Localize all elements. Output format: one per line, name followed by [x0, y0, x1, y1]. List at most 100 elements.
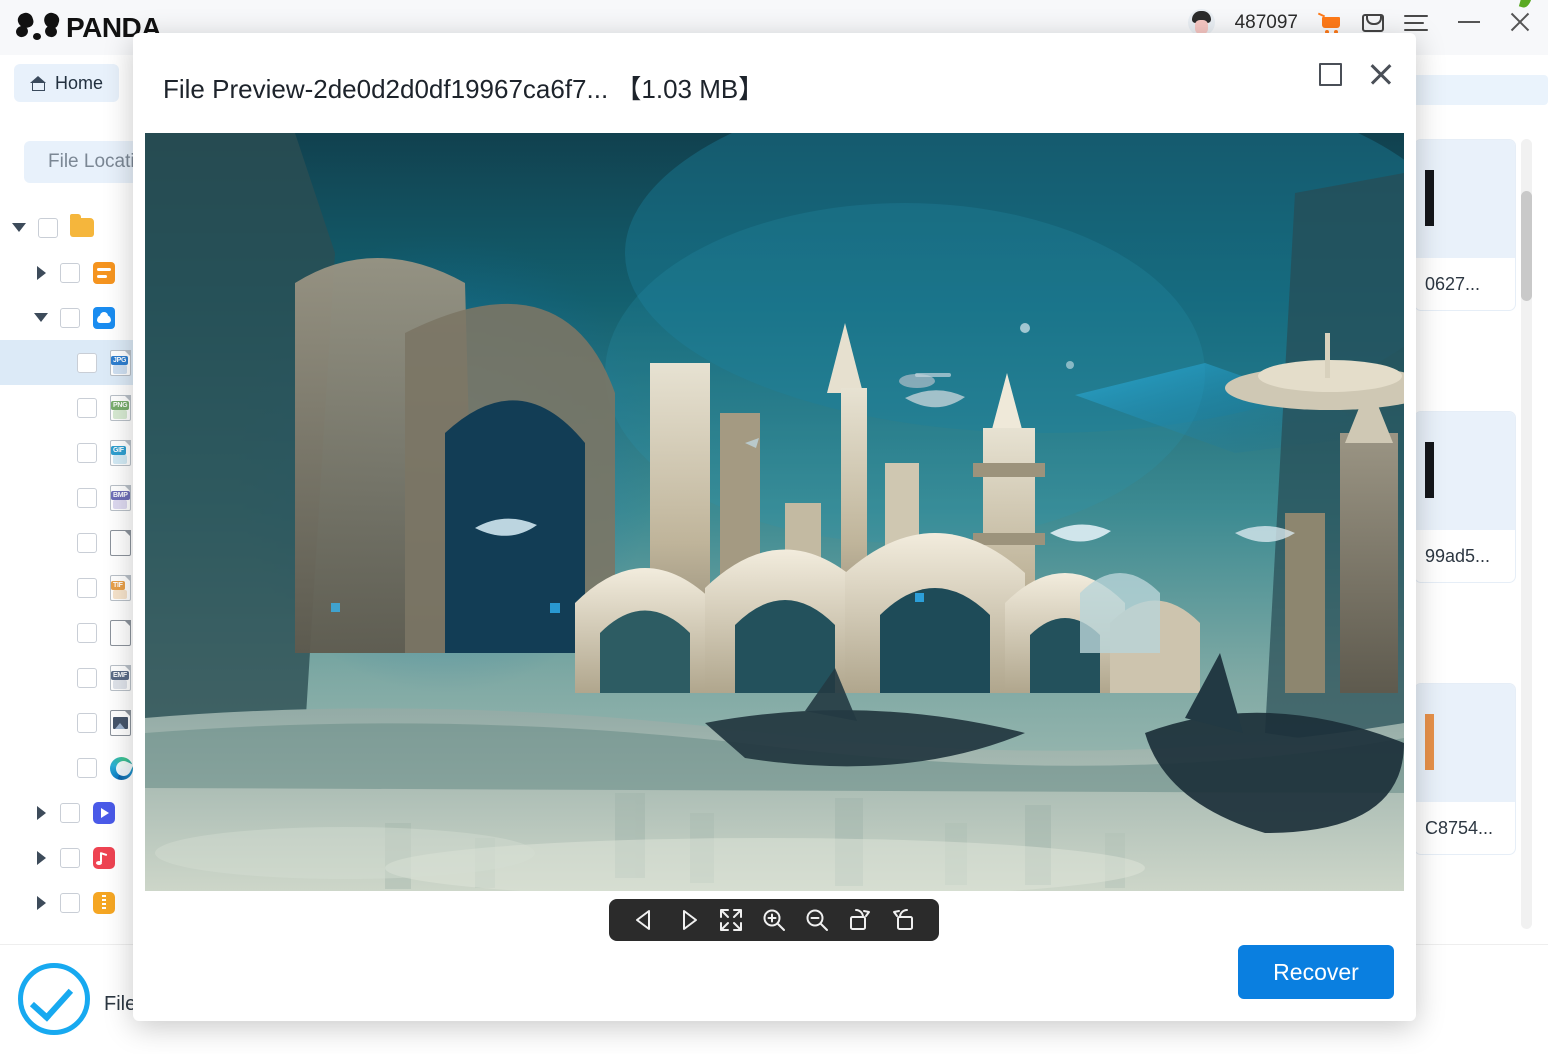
result-card[interactable]: 0627... [1414, 139, 1516, 311]
hamburger-menu-icon[interactable] [1404, 14, 1428, 31]
triangle-right-icon [682, 910, 697, 930]
rotate-left-button[interactable] [889, 906, 917, 934]
results-panel: 0627...99ad5...C8754...d8482... [1400, 111, 1548, 944]
fullscreen-button[interactable] [717, 906, 745, 934]
file-preview-dialog: File Preview-2de0d2d0df19967ca6f7... 【1.… [133, 33, 1416, 1021]
gif-file-icon: GIF [108, 439, 134, 467]
checkbox-root-folder[interactable] [38, 217, 58, 238]
user-points: 487097 [1234, 11, 1298, 33]
video-icon [91, 799, 117, 827]
results-scrollbar-thumb[interactable] [1521, 191, 1532, 301]
rotate-right-icon [850, 909, 871, 930]
zoom-out-button[interactable] [803, 906, 831, 934]
dialog-close-icon[interactable] [1368, 61, 1394, 87]
tree-row-edge-file[interactable] [0, 745, 134, 790]
avatar[interactable] [1187, 9, 1215, 36]
tree-row-blank-file-2[interactable] [0, 610, 134, 655]
checkbox-emf-file[interactable] [77, 667, 97, 688]
checkbox-audio-group[interactable] [60, 847, 80, 868]
tree-row-bmp-file[interactable]: BMP [0, 475, 134, 520]
caret-down-icon[interactable] [8, 223, 30, 232]
folder-icon [69, 213, 95, 242]
caret-right-icon[interactable] [30, 265, 52, 280]
tree-row-picture-group[interactable] [0, 295, 134, 340]
checkbox-doc-group[interactable] [60, 262, 80, 283]
checkbox-picture-group[interactable] [60, 307, 80, 328]
home-icon [30, 75, 47, 91]
image-file-icon [108, 709, 134, 737]
tree-row-png-file[interactable]: PNG [0, 385, 134, 430]
result-card[interactable]: 99ad5... [1414, 411, 1516, 583]
result-filename: C8754... [1425, 817, 1494, 838]
tree-row-blank-file-1[interactable] [0, 520, 134, 565]
tree-row-doc-group[interactable] [0, 250, 134, 295]
dialog-window-controls [1319, 61, 1394, 87]
tree-row-emf-file[interactable]: EMF [0, 655, 134, 700]
cart-icon[interactable] [1317, 12, 1342, 34]
zoom-in-icon [763, 909, 785, 931]
checkbox-jpg-file[interactable] [77, 352, 97, 373]
maximize-icon[interactable] [1319, 62, 1342, 86]
checkbox-blank-file-2[interactable] [77, 622, 97, 643]
bmp-file-icon: BMP [108, 484, 134, 512]
caret-right-icon[interactable] [30, 805, 52, 820]
rotate-right-button[interactable] [846, 906, 874, 934]
blank-file-icon [108, 619, 134, 647]
file-tree: JPG PNG GIF BMP TIF EMF [0, 205, 134, 925]
blue-cloud-icon [91, 304, 117, 332]
file-location-label: File Locati [48, 151, 135, 172]
success-check-icon [18, 963, 90, 1035]
jpg-file-icon: JPG [108, 349, 134, 377]
tree-row-archive-group[interactable] [0, 880, 134, 925]
edge-browser-icon [108, 754, 134, 782]
checkbox-png-file[interactable] [77, 397, 97, 418]
file-location-chip[interactable]: File Locati [24, 141, 135, 183]
tree-row-audio-group[interactable] [0, 835, 134, 880]
checkbox-video-group[interactable] [60, 802, 80, 823]
dialog-header: File Preview-2de0d2d0df19967ca6f7... 【1.… [133, 33, 1416, 133]
checkbox-tif-file[interactable] [77, 577, 97, 598]
result-thumbnail [1415, 684, 1515, 802]
underwater-city-artwork [145, 133, 1404, 891]
application-window: PANDA 487097 Home File Locati JPG PNG GI… [0, 0, 1548, 1054]
tree-row-image-file[interactable] [0, 700, 134, 745]
tree-row-video-group[interactable] [0, 790, 134, 835]
scan-status-text: File [104, 993, 137, 1015]
caret-right-icon[interactable] [30, 895, 52, 910]
checkbox-edge-file[interactable] [77, 757, 97, 778]
emf-file-icon: EMF [108, 664, 134, 692]
tree-row-gif-file[interactable]: GIF [0, 430, 134, 475]
next-button[interactable] [674, 906, 702, 934]
checkbox-blank-file-1[interactable] [77, 532, 97, 553]
result-filename: 99ad5... [1425, 545, 1491, 566]
dialog-recover-button[interactable]: Recover [1238, 945, 1394, 999]
preview-image[interactable] [145, 133, 1404, 891]
preview-stage [145, 133, 1404, 891]
mail-icon[interactable] [1362, 13, 1384, 32]
checkbox-gif-file[interactable] [77, 442, 97, 463]
bamboo-leaf-icon [1518, 0, 1534, 10]
tab-home[interactable]: Home [14, 64, 120, 102]
previous-button[interactable] [631, 906, 659, 934]
caret-right-icon[interactable] [30, 850, 52, 865]
rotate-left-icon [893, 909, 914, 930]
panda-face-icon [14, 10, 68, 43]
tab-home-label: Home [55, 72, 104, 93]
tree-row-root-folder[interactable] [0, 205, 134, 250]
tif-file-icon: TIF [108, 574, 134, 602]
checkbox-bmp-file[interactable] [77, 487, 97, 508]
blank-file-icon [108, 529, 134, 557]
close-icon[interactable] [1508, 10, 1532, 34]
minimize-icon[interactable] [1458, 21, 1480, 23]
tree-row-tif-file[interactable]: TIF [0, 565, 134, 610]
dialog-title: File Preview-2de0d2d0df19967ca6f7... 【1.… [163, 74, 765, 104]
caret-down-icon[interactable] [30, 313, 52, 322]
orange-doc-icon [91, 259, 117, 287]
user-area: 487097 [1187, 9, 1428, 36]
audio-icon [91, 844, 117, 872]
result-card[interactable]: C8754... [1414, 683, 1516, 855]
tree-row-jpg-file[interactable]: JPG [0, 340, 134, 385]
checkbox-archive-group[interactable] [60, 892, 80, 913]
checkbox-image-file[interactable] [77, 712, 97, 733]
zoom-in-button[interactable] [760, 906, 788, 934]
